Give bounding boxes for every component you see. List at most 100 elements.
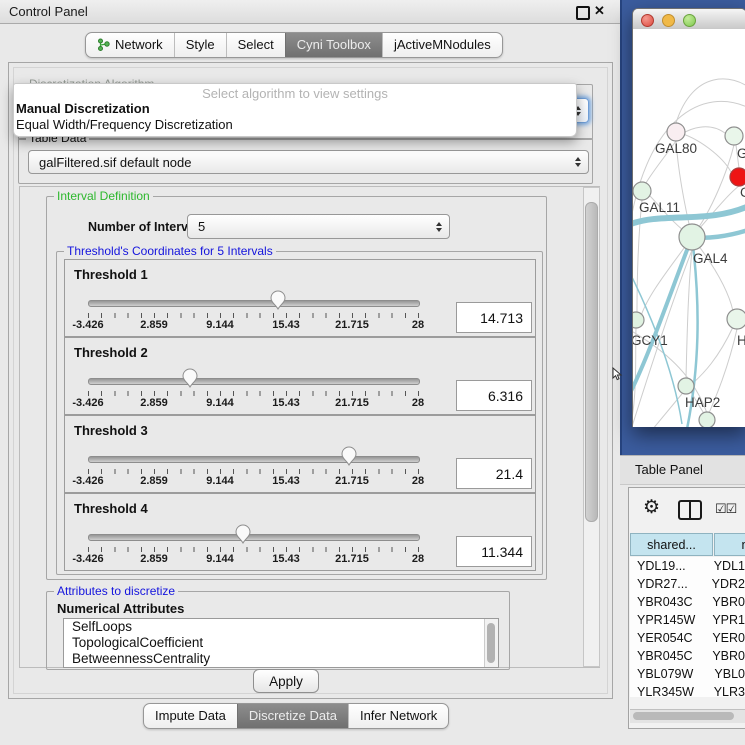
threshold-3-panel: Threshold 3 -3.4262.8599.14415.4321.7152… [64,415,536,493]
table-row[interactable]: YDR27...YDR2 [630,575,745,593]
group-title: Attributes to discretize [54,584,178,599]
algorithm-dropdown-popup: Select algorithm to view settings Manual… [13,83,577,137]
threshold-1-slider[interactable]: -3.4262.8599.14415.4321.71528 [88,296,418,332]
slider-thumb[interactable] [182,368,199,388]
label-gcy1: GCY1 [633,333,668,348]
tab-infer-network[interactable]: Infer Network [348,704,448,728]
table-hscrollbar-thumb[interactable] [633,712,734,720]
tab-select[interactable]: Select [226,33,285,57]
window-minimize-button[interactable] [662,14,675,27]
table-row[interactable]: YLR345WYLR3 [630,683,745,697]
group-title: Threshold's Coordinates for 5 Intervals [64,244,276,259]
apply-button[interactable]: Apply [253,669,319,693]
threshold-2-slider[interactable]: -3.4262.8599.14415.4321.71528 [88,374,418,410]
node-gcy1[interactable] [633,312,644,328]
label-gal11: GAL11 [639,200,680,215]
window-zoom-button[interactable] [683,14,696,27]
slider-tick-labels: -3.4262.8599.14415.4321.71528 [88,553,418,566]
node-gal11[interactable] [633,182,651,200]
list-item[interactable]: BetweennessCentrality [64,651,498,667]
gear-icon[interactable]: ⚙ [643,496,660,519]
tab-jactivemnodules[interactable]: jActiveMNodules [382,33,502,57]
tab-cyni-toolbox[interactable]: Cyni Toolbox [285,33,382,57]
tab-impute-data[interactable]: Impute Data [144,704,237,728]
table-hscrollbar-track[interactable] [630,709,745,723]
list-item[interactable]: SelfLoops [64,619,498,635]
label-clipped-mid: C [740,185,745,200]
threshold-label: Threshold 3 [74,423,148,438]
node-gal80[interactable] [667,123,685,141]
threshold-3-slider[interactable]: -3.4262.8599.14415.4321.71528 [88,452,418,488]
network-view-window: GAL80 G C GAL11 GAL4 GCY1 H HAP2 [632,8,745,427]
table-row[interactable]: YBR043CYBR0 [630,593,745,611]
option-manual-discretization[interactable]: Manual Discretization [14,101,576,117]
network-canvas[interactable]: GAL80 G C GAL11 GAL4 GCY1 H HAP2 [633,29,745,427]
threshold-value-field[interactable]: 6.316 [456,380,532,411]
slider-track[interactable] [88,456,420,463]
table-panel-title: Table Panel [635,462,703,477]
node-clipped-top[interactable] [725,127,743,145]
threshold-label: Threshold 2 [74,345,148,360]
slider-track[interactable] [88,534,420,541]
label-hap2: HAP2 [685,395,720,410]
slider-tick-labels: -3.4262.8599.14415.4321.71528 [88,475,418,488]
table-panel-titlebar: Table Panel [620,455,745,485]
table-row[interactable]: YDL19...YDL1 [630,557,745,575]
slider-tick-labels: -3.4262.8599.14415.4321.71528 [88,397,418,410]
list-scrollbar-thumb[interactable] [487,623,495,663]
table-row[interactable]: YER054CYER0 [630,629,745,647]
group-title: Interval Definition [54,189,153,204]
column-header-shared[interactable]: shared... [630,533,713,556]
close-panel-icon[interactable]: ✕ [594,3,605,19]
slider-track[interactable] [88,300,420,307]
threshold-4-slider[interactable]: -3.4262.8599.14415.4321.71528 [88,530,418,566]
node-selected-red[interactable] [730,168,745,186]
table-data-combobox[interactable]: galFiltered.sif default node [28,150,589,174]
control-panel-tabs: Network Style Select Cyni Toolbox jActiv… [85,32,503,58]
list-scrollbar-track[interactable] [484,619,498,667]
slider-track[interactable] [88,378,420,385]
network-icon [97,38,110,52]
spinner-arrows-icon [436,222,442,232]
number-of-intervals-value: 5 [198,219,205,234]
node-bottom[interactable] [699,412,715,427]
tab-discretize-data[interactable]: Discretize Data [237,704,348,728]
threshold-4-panel: Threshold 4 -3.4262.8599.14415.4321.7152… [64,493,536,571]
network-window-titlebar[interactable] [633,9,745,30]
list-item[interactable]: TopologicalCoefficient [64,635,498,651]
float-panel-icon[interactable] [576,6,590,20]
threshold-2-panel: Threshold 2 -3.4262.8599.14415.4321.7152… [64,337,536,415]
cyni-mode-tabs: Impute Data Discretize Data Infer Networ… [143,703,449,729]
column-header-name[interactable]: n [714,533,745,556]
label-gal4: GAL4 [693,251,728,266]
node-clipped-low[interactable] [727,309,745,329]
numerical-attributes-list[interactable]: SelfLoops TopologicalCoefficient Between… [63,618,499,668]
threshold-value-field[interactable]: 11.344 [456,536,532,567]
tab-network[interactable]: Network [86,33,174,57]
window-close-button[interactable] [641,14,654,27]
network-nodes[interactable] [633,123,745,427]
slider-thumb[interactable] [270,290,287,310]
option-equal-width-frequency[interactable]: Equal Width/Frequency Discretization [14,117,576,133]
table-data-selected-value: galFiltered.sif default node [39,155,191,170]
number-of-intervals-spinner[interactable]: 5 [187,214,450,239]
node-gal4[interactable] [679,224,705,250]
table-row[interactable]: YBL079WYBL0 [630,665,745,683]
columns-icon[interactable] [678,500,702,520]
label-clipped-top: G [737,146,745,161]
table-row[interactable]: YBR045CYBR0 [630,647,745,665]
slider-ticks [88,469,419,474]
slider-thumb[interactable] [340,446,357,466]
tab-style[interactable]: Style [174,33,226,57]
table-rows: YDL19...YDL1 YDR27...YDR2 YBR043CYBR0 YP… [630,557,745,697]
table-row[interactable]: YPR145WYPR1 [630,611,745,629]
threshold-value-field[interactable]: 14.713 [456,302,532,333]
threshold-value-field[interactable]: 21.4 [456,458,532,489]
slider-thumb[interactable] [235,524,252,544]
table-panel-widget: ⚙ ☑☑ shared... n YDL19...YDL1 YDR27...YD… [628,487,745,729]
slider-tick-labels: -3.4262.8599.14415.4321.71528 [88,319,418,332]
checkboxes-icon[interactable]: ☑☑ [715,501,736,517]
node-hap2[interactable] [678,378,694,394]
slider-ticks [88,547,419,552]
settings-scrollbar-thumb[interactable] [585,202,598,522]
